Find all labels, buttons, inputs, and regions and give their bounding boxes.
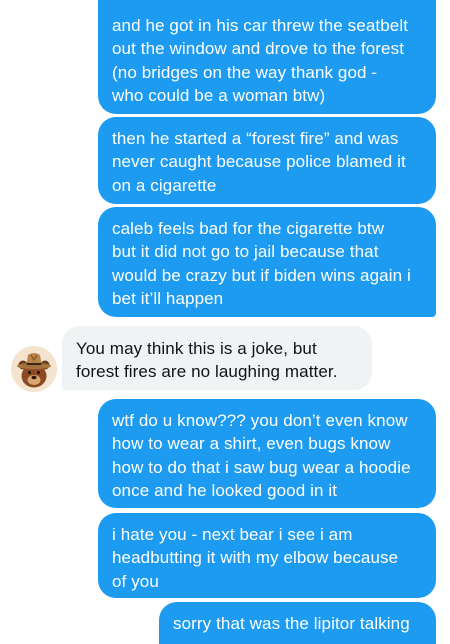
bear-avatar-icon[interactable] xyxy=(11,346,57,392)
message-bubble-outgoing[interactable]: wtf do u know??? you don’t even know how… xyxy=(98,399,436,508)
message-bubble-incoming[interactable]: You may think this is a joke, but forest… xyxy=(62,326,372,390)
smokey-bear-icon xyxy=(11,346,57,392)
message-bubble-outgoing[interactable]: sorry that was the lipitor talking xyxy=(159,602,436,644)
message-bubble-outgoing[interactable]: and he got in his car threw the seatbelt… xyxy=(98,0,436,114)
message-bubble-outgoing[interactable]: then he started a “forest fire” and was … xyxy=(98,117,436,204)
message-bubble-outgoing[interactable]: i hate you - next bear i see i am headbu… xyxy=(98,513,436,598)
message-thread: and he got in his car threw the seatbelt… xyxy=(0,0,450,644)
message-bubble-outgoing[interactable]: caleb feels bad for the cigarette btw bu… xyxy=(98,207,436,317)
